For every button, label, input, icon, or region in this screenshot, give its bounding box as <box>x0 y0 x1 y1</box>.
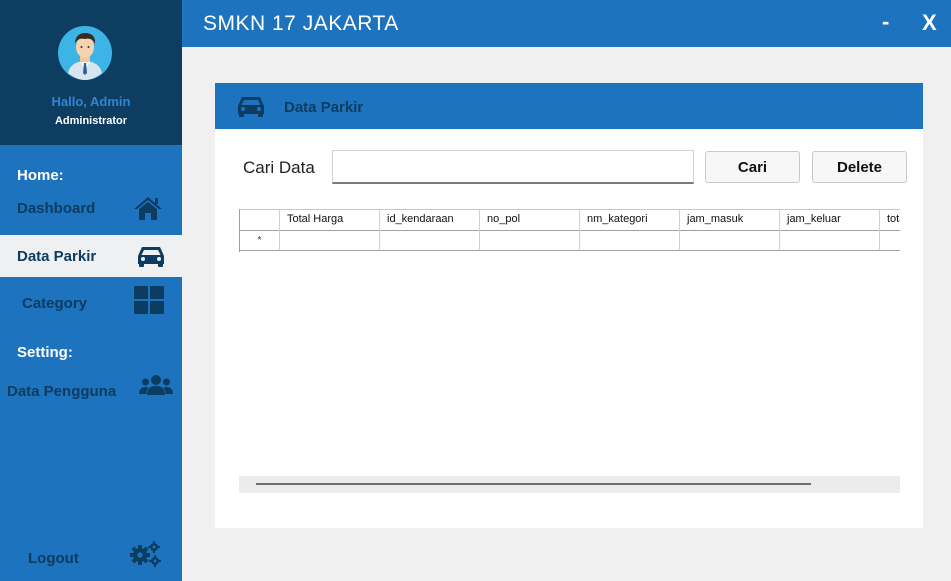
column-header[interactable]: total <box>880 210 900 231</box>
sidebar-item-label: Dashboard <box>17 200 96 217</box>
car-icon <box>235 94 269 118</box>
new-row-marker[interactable]: * <box>240 230 280 251</box>
close-button[interactable]: X <box>922 10 937 36</box>
table-header-row: Total Harga id_kendaraan no_pol nm_kateg… <box>240 209 900 231</box>
sidebar-item-label: Category <box>22 295 88 312</box>
setting-section-label: Setting: <box>17 344 73 361</box>
sidebar: Hallo, Admin Administrator Home: Dashboa… <box>0 0 182 581</box>
column-header[interactable]: jam_masuk <box>680 210 780 231</box>
panel-header: Data Parkir <box>215 83 923 129</box>
cari-button[interactable]: Cari <box>705 151 800 183</box>
delete-button[interactable]: Delete <box>812 151 907 183</box>
gears-icon[interactable] <box>128 540 162 568</box>
data-grid[interactable]: Total Harga id_kendaraan no_pol nm_kateg… <box>239 209 900 252</box>
column-header[interactable]: jam_keluar <box>780 210 880 231</box>
panel-title: Data Parkir <box>284 99 364 116</box>
column-header[interactable]: Total Harga <box>280 210 380 231</box>
app-title: SMKN 17 JAKARTA <box>203 12 399 35</box>
row-header-corner <box>240 210 280 231</box>
search-input[interactable] <box>332 150 694 184</box>
sidebar-item-dashboard[interactable]: Dashboard <box>0 187 182 229</box>
app-window: Hallo, Admin Administrator Home: Dashboa… <box>0 0 951 581</box>
avatar <box>58 26 112 80</box>
minimize-button[interactable]: - <box>882 9 889 35</box>
table-cell[interactable] <box>780 230 880 251</box>
column-header[interactable]: nm_kategori <box>580 210 680 231</box>
users-icon <box>139 373 173 399</box>
home-section-label: Home: <box>17 167 64 184</box>
sidebar-item-label: Data Parkir <box>17 248 97 265</box>
sidebar-item-data-parkir[interactable]: Data Parkir <box>0 235 182 277</box>
sidebar-item-data-pengguna[interactable]: Data Pengguna <box>0 369 182 411</box>
scrollbar-thumb[interactable] <box>256 483 811 485</box>
search-label: Cari Data <box>243 158 315 177</box>
data-parkir-panel: Data Parkir Cari Data Cari Delete Total … <box>215 83 923 528</box>
column-header[interactable]: no_pol <box>480 210 580 231</box>
table-cell[interactable] <box>680 230 780 251</box>
logout-button[interactable]: Logout <box>28 550 79 567</box>
home-icon <box>131 195 165 221</box>
horizontal-scrollbar[interactable] <box>239 476 900 493</box>
column-header[interactable]: id_kendaraan <box>380 210 480 231</box>
grid-icon <box>132 286 166 314</box>
table-cell[interactable] <box>280 230 380 251</box>
role-text: Administrator <box>54 115 128 127</box>
table-row[interactable]: * <box>240 230 900 251</box>
table-cell[interactable] <box>580 230 680 251</box>
sidebar-item-category[interactable]: Category <box>0 282 182 324</box>
table-cell[interactable] <box>480 230 580 251</box>
table-cell[interactable] <box>380 230 480 251</box>
greeting-text: Hallo, Admin <box>51 94 131 109</box>
title-bar: SMKN 17 JAKARTA - X <box>182 0 951 47</box>
profile-panel: Hallo, Admin Administrator <box>0 0 182 145</box>
car-icon <box>134 243 168 269</box>
table-cell[interactable] <box>880 230 900 251</box>
sidebar-item-label: Data Pengguna <box>7 383 117 400</box>
